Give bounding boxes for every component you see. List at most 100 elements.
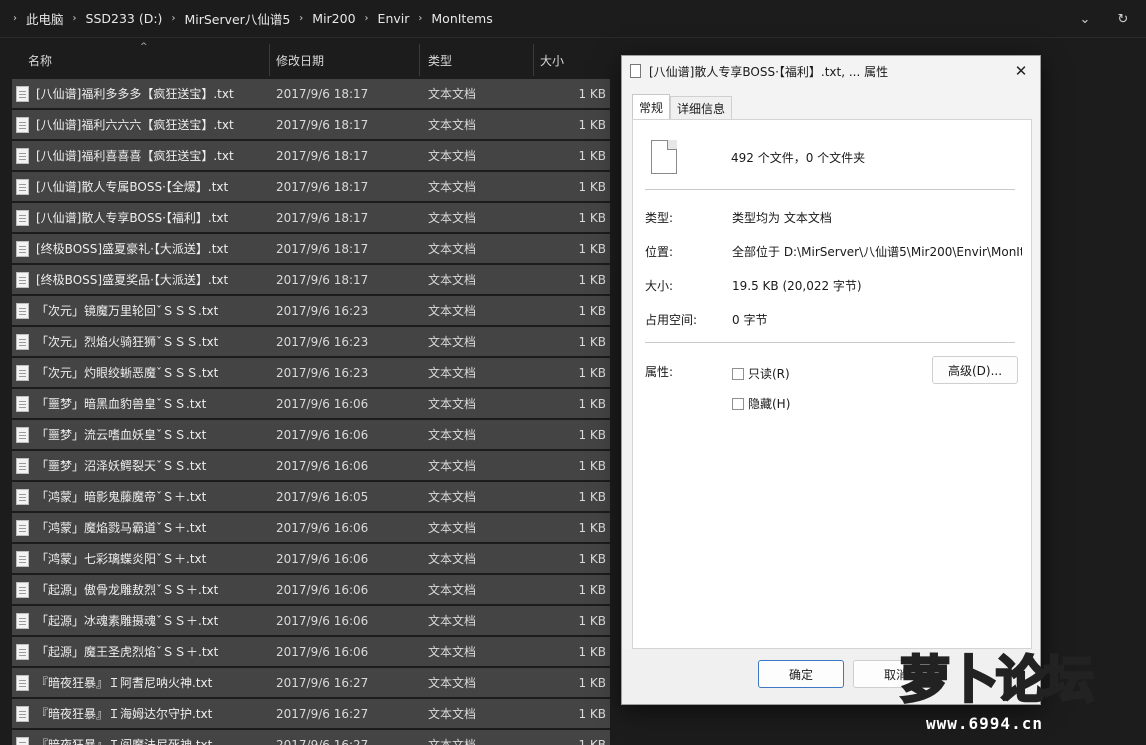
file-row[interactable]: 「起源」魔王圣虎烈焰ˇＳＳ＋.txt 2017/9/6 16:06 文本文档 1 KB (12, 637, 610, 666)
tab-details[interactable]: 详细信息 (670, 96, 733, 119)
file-row[interactable]: 「次元」镜魔万里轮回ˇＳＳＳ.txt 2017/9/6 16:23 文本文档 1 KB (12, 296, 610, 325)
file-name-cell: [八仙谱]福利多多多【疯狂送宝】.txt (12, 85, 270, 102)
prop-size: 大小: 19.5 KB (20,022 字节) (645, 277, 1022, 294)
text-document-icon (16, 302, 29, 319)
file-name: 「噩梦」沼泽妖鳄裂天ˇＳＳ.txt (36, 459, 207, 473)
breadcrumb-item[interactable]: SSD233 (D:) (82, 11, 167, 26)
file-date: 2017/9/6 16:27 (276, 706, 369, 721)
watermark-logo: 萝卜论坛 www.6994.cn (899, 640, 1135, 740)
file-row[interactable]: [终极BOSS]盛夏豪礼·【大派送】.txt 2017/9/6 18:17 文本文档… (12, 234, 610, 263)
breadcrumb-item[interactable]: Envir (374, 11, 414, 26)
text-document-icon (16, 85, 29, 102)
file-name-cell: [八仙谱]福利喜喜喜【疯狂送宝】.txt (12, 147, 270, 164)
file-size: 1 KB (578, 737, 606, 745)
chevron-down-icon[interactable]: ⌄ (1076, 10, 1094, 28)
text-document-icon (16, 674, 29, 691)
breadcrumb-item[interactable]: MonItems (427, 11, 496, 26)
tab-general[interactable]: 常规 (632, 94, 671, 119)
file-row[interactable]: [八仙谱]散人专属BOSS·【全爆】.txt 2017/9/6 18:17 文本文档… (12, 172, 610, 201)
file-type: 文本文档 (428, 676, 477, 690)
file-name-cell: 「次元」烈焰火骑狂狮ˇＳＳＳ.txt (12, 333, 270, 350)
file-date: 2017/9/6 16:23 (276, 303, 369, 318)
file-type: 文本文档 (428, 583, 477, 597)
file-date: 2017/9/6 16:06 (276, 613, 369, 628)
breadcrumb-item[interactable]: Mir200 (308, 11, 359, 26)
watermark-logo-text: 萝卜论坛 (899, 650, 1096, 711)
column-date[interactable]: 修改日期 (270, 44, 420, 76)
file-name: [终极BOSS]盛夏奖品·【大派送】.txt (36, 273, 229, 287)
file-row[interactable]: 『暗夜狂暴』Ｉ阿耆尼呐火神.txt 2017/9/6 16:27 文本文档 1 KB (12, 668, 610, 697)
file-row[interactable]: 「鸿蒙」暗影鬼藤魔帝ˇＳ＋.txt 2017/9/6 16:05 文本文档 1 KB (12, 482, 610, 511)
file-type: 文本文档 (428, 707, 477, 721)
dialog-titlebar[interactable]: [八仙谱]散人专享BOSS·【福利】.txt, ... 属性 (622, 56, 1040, 86)
file-size: 1 KB (578, 86, 606, 101)
hidden-checkbox[interactable]: 隐藏(H) (732, 395, 790, 412)
text-document-icon (16, 147, 29, 164)
breadcrumb-item[interactable]: 此电脑 (22, 9, 68, 28)
file-row[interactable]: [终极BOSS]盛夏奖品·【大派送】.txt 2017/9/6 18:17 文本文档… (12, 265, 610, 294)
ok-button[interactable]: 确定 (758, 660, 844, 688)
file-row[interactable]: 「噩梦」沼泽妖鳄裂天ˇＳＳ.txt 2017/9/6 16:06 文本文档 1 KB (12, 451, 610, 480)
text-document-icon (16, 705, 29, 722)
file-size: 1 KB (578, 396, 606, 411)
file-name: 「鸿蒙」魔焰戮马霸道ˇＳ＋.txt (36, 521, 207, 535)
file-summary: 492 个文件，0 个文件夹 (651, 140, 865, 174)
file-row[interactable]: [八仙谱]散人专享BOSS·【福利】.txt 2017/9/6 18:17 文本文档… (12, 203, 610, 232)
file-row[interactable]: 「次元」烈焰火骑狂狮ˇＳＳＳ.txt 2017/9/6 16:23 文本文档 1 KB (12, 327, 610, 356)
column-header: ^ 名称 修改日期 类型 大小 (12, 42, 612, 76)
file-name-cell: 「起源」傲骨龙雕敖烈ˇＳＳ＋.txt (12, 581, 270, 598)
file-row[interactable]: [八仙谱]福利多多多【疯狂送宝】.txt 2017/9/6 18:17 文本文档 1 … (12, 79, 610, 108)
text-document-icon (16, 426, 29, 443)
address-bar[interactable]: › 此电脑 › SSD233 (D:) › MirServer八仙谱5 › Mi… (0, 0, 1146, 38)
column-size[interactable]: 大小 (534, 44, 612, 76)
file-name-cell: [终极BOSS]盛夏豪礼·【大派送】.txt (12, 240, 270, 257)
file-size: 1 KB (578, 675, 606, 690)
file-type: 文本文档 (428, 614, 477, 628)
prop-value: 19.5 KB (20,022 字节) (732, 279, 862, 293)
column-type[interactable]: 类型 (420, 44, 534, 76)
file-name-cell: [八仙谱]散人专享BOSS·【福利】.txt (12, 209, 270, 226)
file-row[interactable]: 「起源」冰魂素雕摄魂ˇＳＳ＋.txt 2017/9/6 16:06 文本文档 1 KB (12, 606, 610, 635)
prop-value: 类型均为 文本文档 (732, 211, 832, 225)
file-row[interactable]: 「起源」傲骨龙雕敖烈ˇＳＳ＋.txt 2017/9/6 16:06 文本文档 1 KB (12, 575, 610, 604)
file-row[interactable]: 「噩梦」流云嗜血妖皇ˇＳＳ.txt 2017/9/6 16:06 文本文档 1 KB (12, 420, 610, 449)
breadcrumb-item[interactable]: MirServer八仙谱5 (180, 9, 294, 28)
file-type: 文本文档 (428, 335, 477, 349)
column-name[interactable]: ^ 名称 (12, 42, 270, 76)
file-name-cell: 「起源」冰魂素雕摄魂ˇＳＳ＋.txt (12, 612, 270, 629)
file-date: 2017/9/6 18:17 (276, 272, 369, 287)
file-row[interactable]: 「鸿蒙」七彩璃蝶炎阳ˇＳ＋.txt 2017/9/6 16:06 文本文档 1 KB (12, 544, 610, 573)
file-name-cell: 「鸿蒙」七彩璃蝶炎阳ˇＳ＋.txt (12, 550, 270, 567)
file-row[interactable]: 「鸿蒙」魔焰戮马霸道ˇＳ＋.txt 2017/9/6 16:06 文本文档 1 KB (12, 513, 610, 542)
file-row[interactable]: 『暗夜狂暴』Ｉ海姆达尔守护.txt 2017/9/6 16:27 文本文档 1 KB (12, 699, 610, 728)
close-icon[interactable]: ✕ (1012, 62, 1030, 80)
document-icon (630, 64, 641, 78)
text-document-icon (16, 612, 29, 629)
hidden-label: 隐藏(H) (748, 397, 791, 411)
file-row[interactable]: [八仙谱]福利六六六【疯狂送宝】.txt 2017/9/6 18:17 文本文档 1 … (12, 110, 610, 139)
file-name: 「噩梦」流云嗜血妖皇ˇＳＳ.txt (36, 428, 207, 442)
file-row[interactable]: 「次元」灼眼绞蜥恶魔ˇＳＳＳ.txt 2017/9/6 16:23 文本文档 1 KB (12, 358, 610, 387)
checkbox-box[interactable] (732, 397, 744, 410)
file-name: 『暗夜狂暴』Ｉ海姆达尔守护.txt (36, 707, 213, 721)
general-panel: 492 个文件，0 个文件夹 类型: 类型均为 文本文档 位置: 全部位于 D:… (632, 119, 1032, 649)
file-date: 2017/9/6 18:17 (276, 117, 369, 132)
file-date: 2017/9/6 18:17 (276, 148, 369, 163)
checkbox-box[interactable] (732, 367, 744, 380)
file-list: [八仙谱]福利多多多【疯狂送宝】.txt 2017/9/6 18:17 文本文档 1 … (12, 79, 610, 745)
file-type: 文本文档 (428, 428, 477, 442)
refresh-icon[interactable]: ↻ (1114, 10, 1132, 28)
prop-attributes: 属性: (645, 363, 732, 380)
advanced-button[interactable]: 高级(D)... (932, 356, 1018, 384)
file-row[interactable]: 『暗夜狂暴』Ｉ阎魔法尼死神.txt 2017/9/6 16:27 文本文档 1 KB (12, 730, 610, 745)
readonly-checkbox[interactable]: 只读(R) (732, 365, 790, 382)
file-row[interactable]: 「噩梦」暗黑血豹兽皇ˇＳＳ.txt 2017/9/6 16:06 文本文档 1 KB (12, 389, 610, 418)
file-size: 1 KB (578, 489, 606, 504)
file-size: 1 KB (578, 179, 606, 194)
file-size: 1 KB (578, 365, 606, 380)
file-row[interactable]: [八仙谱]福利喜喜喜【疯狂送宝】.txt 2017/9/6 18:17 文本文档 1 … (12, 141, 610, 170)
summary-text: 492 个文件，0 个文件夹 (731, 150, 866, 165)
file-type: 文本文档 (428, 459, 477, 473)
file-name-cell: 「鸿蒙」暗影鬼藤魔帝ˇＳ＋.txt (12, 488, 270, 505)
chevron-right-icon: › (171, 13, 176, 24)
